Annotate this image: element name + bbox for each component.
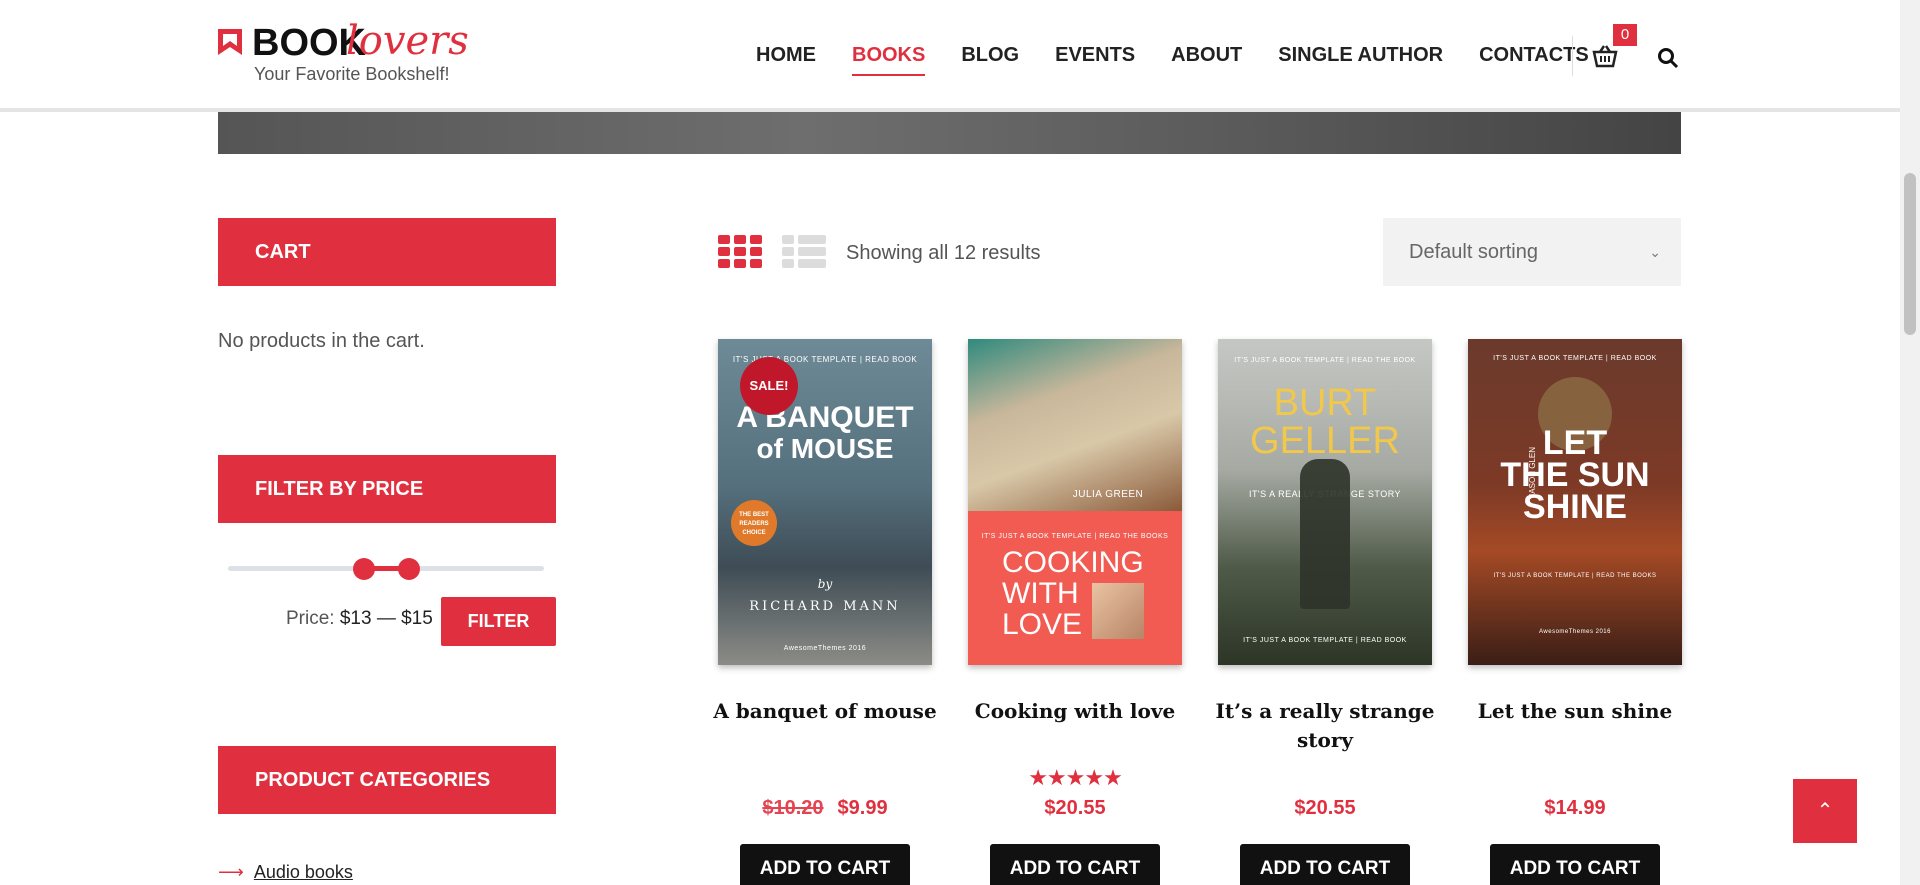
rating-stars: ★★★★★ bbox=[1028, 765, 1123, 790]
product-price: $20.55 bbox=[968, 797, 1182, 820]
add-to-cart-button[interactable]: ADD TO CART bbox=[740, 844, 910, 885]
results-count: Showing all 12 results bbox=[846, 242, 1041, 264]
product-title[interactable]: Let the sun shine bbox=[1456, 697, 1694, 726]
cover-title-line1: COOKING bbox=[1002, 546, 1144, 579]
sale-badge: SALE! bbox=[740, 357, 798, 415]
nav-about[interactable]: ABOUT bbox=[1171, 40, 1242, 76]
old-price: $10.20 bbox=[762, 797, 824, 819]
product-card: IT'S JUST A BOOK TEMPLATE | READ BOOK JA… bbox=[1468, 339, 1682, 885]
filter-button[interactable]: FILTER bbox=[441, 597, 556, 646]
add-to-cart-button[interactable]: ADD TO CART bbox=[990, 844, 1160, 885]
add-to-cart-button[interactable]: ADD TO CART bbox=[1240, 844, 1410, 885]
book-cover-image[interactable]: IT'S JUST A BOOK TEMPLATE | READ BOOK A … bbox=[718, 339, 932, 665]
logo-tagline: Your Favorite Bookshelf! bbox=[254, 64, 450, 84]
price-range-value: $13 — $15 bbox=[339, 608, 433, 629]
cover-figure bbox=[1300, 459, 1350, 609]
cover-by: by bbox=[817, 577, 833, 591]
product-title[interactable]: Cooking with love bbox=[956, 697, 1194, 726]
categories-widget-title: PRODUCT CATEGORIES bbox=[218, 746, 556, 814]
cart-widget-title: CART bbox=[218, 218, 556, 286]
product-title[interactable]: It’s a really strange story bbox=[1206, 697, 1444, 755]
product-card: JULIA GREEN IT'S JUST A BOOK TEMPLATE | … bbox=[968, 339, 1182, 885]
filter-widget-title: FILTER BY PRICE bbox=[218, 455, 556, 523]
cover-title-line2: GELLER bbox=[1250, 420, 1400, 462]
logo-text-lovers: lovers bbox=[346, 18, 469, 64]
category-label[interactable]: Audio books bbox=[254, 862, 353, 882]
page-scrollbar[interactable] bbox=[1900, 0, 1920, 885]
cover-foot: IT'S JUST A BOOK TEMPLATE | READ BOOK bbox=[1243, 637, 1407, 644]
search-icon[interactable] bbox=[1657, 47, 1679, 69]
category-item-audio-books[interactable]: ⟶ Audio books bbox=[218, 862, 353, 883]
arrow-right-icon: ⟶ bbox=[218, 862, 244, 882]
site-logo[interactable]: BOOK lovers Your Favorite Bookshelf! bbox=[218, 18, 478, 92]
price-slider-min-handle[interactable] bbox=[353, 558, 375, 580]
cart-empty-message: No products in the cart. bbox=[218, 330, 425, 352]
cart-icon[interactable] bbox=[1592, 44, 1618, 68]
book-cover-image[interactable]: JULIA GREEN IT'S JUST A BOOK TEMPLATE | … bbox=[968, 339, 1182, 665]
cover-foot: AwesomeThemes 2016 bbox=[783, 645, 867, 652]
nav-divider bbox=[1572, 36, 1573, 76]
sorting-select[interactable]: Default sorting ⌄ bbox=[1383, 218, 1681, 286]
price-range-label: Price: $13 — $15 bbox=[286, 608, 433, 630]
nav-books[interactable]: BOOKS bbox=[852, 40, 926, 76]
cover-author: JULIA GREEN bbox=[1072, 489, 1144, 500]
nav-blog[interactable]: BLOG bbox=[961, 40, 1019, 76]
cover-title-line1: BURT bbox=[1273, 382, 1377, 424]
hero-banner-strip bbox=[218, 112, 1681, 154]
book-cover-image[interactable]: IT'S JUST A BOOK TEMPLATE | READ THE BOO… bbox=[1218, 339, 1432, 665]
cover-badge: THE BEST READERS CHOICE bbox=[731, 500, 777, 546]
cover-portrait bbox=[1092, 583, 1144, 639]
grid-view-icon[interactable] bbox=[718, 235, 762, 269]
current-price: $20.55 bbox=[1044, 797, 1106, 819]
chevron-up-icon: ⌃ bbox=[1816, 800, 1834, 822]
cover-photo bbox=[968, 339, 1182, 511]
cart-count-badge[interactable]: 0 bbox=[1613, 24, 1637, 46]
main-nav: HOME BOOKS BLOG EVENTS ABOUT SINGLE AUTH… bbox=[756, 40, 1625, 76]
current-price: $9.99 bbox=[837, 797, 888, 819]
book-cover-image[interactable]: IT'S JUST A BOOK TEMPLATE | READ BOOK JA… bbox=[1468, 339, 1682, 665]
nav-events[interactable]: EVENTS bbox=[1055, 40, 1135, 76]
product-card: IT'S JUST A BOOK TEMPLATE | READ THE BOO… bbox=[1216, 339, 1434, 885]
cover-title-line2: THE SUN bbox=[1500, 456, 1650, 494]
current-price: $14.99 bbox=[1544, 797, 1606, 819]
product-card: IT'S JUST A BOOK TEMPLATE | READ BOOK A … bbox=[713, 339, 937, 885]
current-price: $20.55 bbox=[1294, 797, 1356, 819]
add-to-cart-button[interactable]: ADD TO CART bbox=[1490, 844, 1660, 885]
price-prefix: Price: bbox=[286, 608, 335, 629]
cover-foot: AwesomeThemes 2016 bbox=[1539, 629, 1611, 635]
nav-single-author[interactable]: SINGLE AUTHOR bbox=[1278, 40, 1443, 76]
cover-title-line2: of MOUSE bbox=[756, 433, 894, 464]
chevron-down-icon: ⌄ bbox=[1649, 244, 1661, 260]
sorting-value: Default sorting bbox=[1409, 241, 1538, 263]
bookmark-logo-icon bbox=[218, 29, 242, 55]
cover-top-text: IT'S JUST A BOOK TEMPLATE | READ BOOK bbox=[1493, 355, 1657, 362]
back-to-top-button[interactable]: ⌃ bbox=[1793, 779, 1857, 843]
cover-title-line1: LET bbox=[1542, 424, 1608, 462]
cover-title-line3: SHINE bbox=[1523, 488, 1627, 526]
cover-top-text: IT'S JUST A BOOK TEMPLATE | READ THE BOO… bbox=[981, 533, 1169, 540]
product-price: $10.20 $9.99 bbox=[718, 797, 932, 820]
product-price: $20.55 bbox=[1218, 797, 1432, 820]
product-price: $14.99 bbox=[1468, 797, 1682, 820]
price-slider-max-handle[interactable] bbox=[398, 558, 420, 580]
product-title[interactable]: A banquet of mouse bbox=[706, 697, 944, 726]
cover-subtitle: IT'S JUST A BOOK TEMPLATE | READ THE BOO… bbox=[1493, 573, 1657, 579]
site-header: BOOK lovers Your Favorite Bookshelf! HOM… bbox=[0, 0, 1900, 112]
cover-top-text: IT'S JUST A BOOK TEMPLATE | READ THE BOO… bbox=[1234, 357, 1416, 364]
list-view-icon[interactable] bbox=[782, 235, 826, 269]
nav-home[interactable]: HOME bbox=[756, 40, 816, 76]
cover-author: RICHARD MANN bbox=[749, 599, 901, 614]
scrollbar-thumb[interactable] bbox=[1904, 173, 1916, 335]
